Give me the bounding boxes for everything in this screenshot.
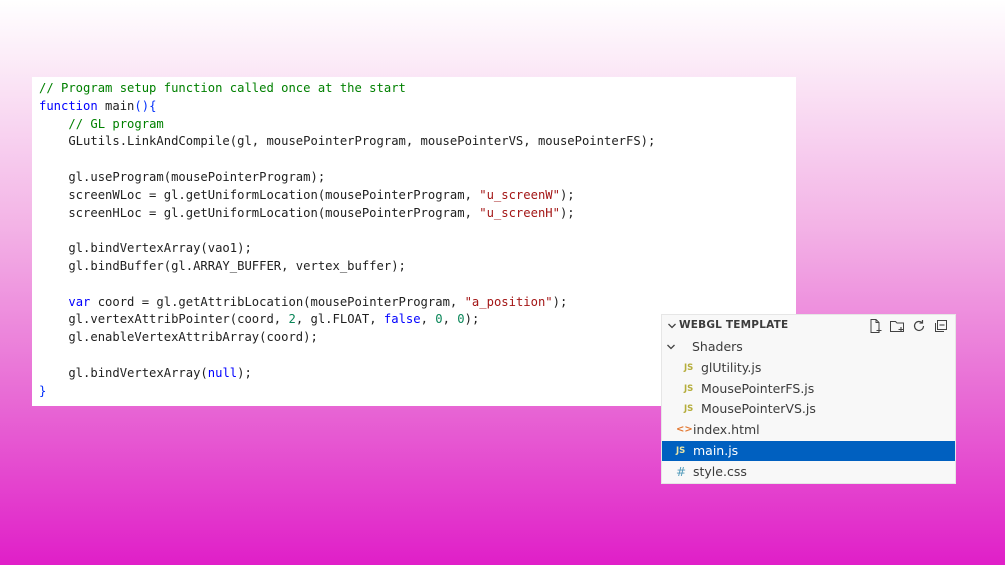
tree-item-label: MousePointerFS.js <box>701 380 815 396</box>
code-token: () <box>134 98 150 113</box>
code-line: gl.useProgram(mousePointerProgram); <box>39 169 796 187</box>
code-token: var <box>68 294 91 309</box>
code-token: ); <box>552 294 568 309</box>
collapse-all-icon[interactable] <box>933 318 949 334</box>
code-token: gl.bindVertexArray(vao1); <box>39 241 252 256</box>
tree-item-mousepointerfs-js[interactable]: JS MousePointerFS.js <box>662 379 955 399</box>
code-token: GLutils.LinkAndCompile(gl, mousePointerP… <box>39 134 656 149</box>
tree-item-label: index.html <box>693 422 760 438</box>
tree-item-label: MousePointerVS.js <box>701 401 816 417</box>
code-token: ); <box>237 365 252 380</box>
tree-item-label: glUtility.js <box>701 359 762 375</box>
code-line: var coord = gl.getAttribLocation(mousePo… <box>39 294 796 312</box>
chevron-down-icon[interactable] <box>666 320 678 332</box>
explorer-actions <box>867 318 949 334</box>
css-file-icon: # <box>676 464 687 479</box>
code-line: screenHLoc = gl.getUniformLocation(mouse… <box>39 205 796 223</box>
code-token: null <box>207 365 238 380</box>
code-token: main <box>97 98 135 113</box>
tree-item-index-html[interactable]: <> index.html <box>662 420 955 440</box>
code-token: gl.useProgram(mousePointerProgram); <box>39 169 326 184</box>
code-token: { <box>149 98 157 113</box>
html-file-icon: <> <box>676 424 693 436</box>
code-token: gl.vertexAttribPointer(coord, <box>39 312 289 327</box>
tree-item-label: Shaders <box>692 339 743 354</box>
tree-item-shaders[interactable]: Shaders <box>662 337 955 357</box>
code-token: ); <box>464 312 480 327</box>
code-token: ); <box>559 205 575 220</box>
explorer-title: WEBGL TEMPLATE <box>679 319 789 331</box>
tree-item-mousepointervs-js[interactable]: JS MousePointerVS.js <box>662 399 955 419</box>
code-token: "a_position" <box>464 294 553 309</box>
code-token: gl.bindVertexArray( <box>39 365 208 380</box>
code-token: , gl.FLOAT, <box>295 312 384 327</box>
code-token: screenWLoc = gl.getUniformLocation(mouse… <box>39 187 480 202</box>
new-folder-icon[interactable] <box>889 318 905 334</box>
code-line: gl.bindBuffer(gl.ARRAY_BUFFER, vertex_bu… <box>39 258 796 276</box>
tree-item-style-css[interactable]: # style.css <box>662 462 955 482</box>
code-token: "u_screenH" <box>479 205 560 220</box>
code-token: coord = gl.getAttribLocation(mousePointe… <box>90 294 465 309</box>
javascript-file-icon: JS <box>684 383 694 394</box>
code-token: 0 <box>435 312 443 327</box>
javascript-file-icon: JS <box>676 446 686 456</box>
tree-item-main-js[interactable]: JS main.js <box>662 441 955 461</box>
code-token: "u_screenW" <box>479 187 560 202</box>
code-token: , <box>442 312 458 327</box>
code-line: GLutils.LinkAndCompile(gl, mousePointerP… <box>39 133 796 151</box>
code-line: function main(){ <box>39 98 796 116</box>
refresh-icon[interactable] <box>911 318 927 334</box>
code-token: 0 <box>457 312 465 327</box>
code-line: gl.bindVertexArray(vao1); <box>39 240 796 258</box>
tree-item-label: main.js <box>693 443 739 458</box>
code-token: false <box>383 312 421 327</box>
file-explorer: WEBGL TEMPLATE Shaders JS glUtility.js JS Mo… <box>661 314 956 484</box>
code-token: // GL program <box>68 116 164 131</box>
code-token: screenHLoc = gl.getUniformLocation(mouse… <box>39 205 480 220</box>
code-token: // Program setup function called once at… <box>39 81 406 95</box>
code-token: , <box>420 312 436 327</box>
tree-item-glutility-js[interactable]: JS glUtility.js <box>662 358 955 378</box>
code-token: gl.enableVertexAttribArray(coord); <box>39 330 318 345</box>
javascript-file-icon: JS <box>684 404 694 415</box>
code-line: screenWLoc = gl.getUniformLocation(mouse… <box>39 187 796 205</box>
code-token: function <box>39 98 98 113</box>
code-token: gl.bindBuffer(gl.ARRAY_BUFFER, vertex_bu… <box>39 258 406 273</box>
code-line: // GL program <box>39 116 796 134</box>
tree-item-label: style.css <box>693 463 747 479</box>
code-line: // Program setup function called once at… <box>39 80 796 98</box>
code-token: ); <box>559 187 575 202</box>
code-token: 2 <box>288 312 296 327</box>
javascript-file-icon: JS <box>684 362 694 373</box>
code-token: } <box>39 383 47 398</box>
new-file-icon[interactable] <box>867 318 883 334</box>
explorer-header[interactable]: WEBGL TEMPLATE <box>662 315 955 337</box>
